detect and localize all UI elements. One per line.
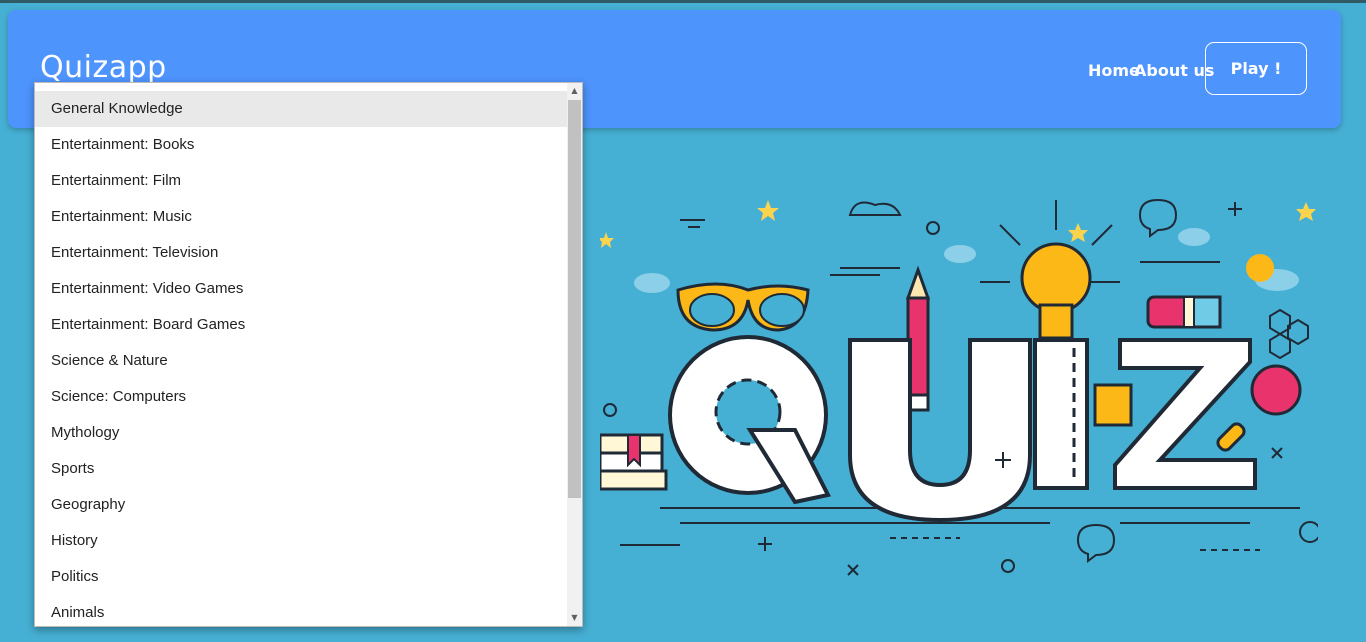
triangle-up-icon[interactable]: ▲ <box>567 84 582 98</box>
category-option[interactable]: Geography <box>35 487 567 523</box>
quiz-letters <box>668 335 1257 523</box>
dropdown-scrollbar[interactable]: ▲ ▼ <box>567 83 582 626</box>
category-dropdown-list[interactable]: General Knowledge Entertainment: Books E… <box>34 82 583 627</box>
glasses-icon <box>676 282 810 332</box>
category-option[interactable]: Sports <box>35 451 567 487</box>
battery-icon <box>1146 295 1222 329</box>
category-option[interactable]: Entertainment: Books <box>35 127 567 163</box>
category-option[interactable]: Animals <box>35 595 567 626</box>
category-option[interactable]: Entertainment: Video Games <box>35 271 567 307</box>
nav-home-link[interactable]: Home <box>1088 61 1140 80</box>
category-options: General Knowledge Entertainment: Books E… <box>35 91 567 626</box>
category-option[interactable]: Mythology <box>35 415 567 451</box>
star-icons <box>600 200 1316 248</box>
category-option[interactable]: Entertainment: Television <box>35 235 567 271</box>
quiz-illustration <box>600 198 1318 576</box>
category-option[interactable]: Entertainment: Music <box>35 199 567 235</box>
category-option[interactable]: Science: Computers <box>35 379 567 415</box>
hexagon-icons <box>1269 308 1309 360</box>
brand-logo[interactable]: Quizapp <box>40 50 167 85</box>
category-option[interactable]: Entertainment: Board Games <box>35 307 567 343</box>
category-option[interactable]: Entertainment: Film <box>35 163 567 199</box>
category-option[interactable]: Science & Nature <box>35 343 567 379</box>
window-top-edge <box>0 0 1366 3</box>
play-button[interactable]: Play ! <box>1205 42 1307 95</box>
scrollbar-thumb[interactable] <box>568 100 581 498</box>
category-option[interactable]: Politics <box>35 559 567 595</box>
triangle-down-icon[interactable]: ▼ <box>567 611 582 625</box>
category-option[interactable]: History <box>35 523 567 559</box>
lightbulb-icon <box>1020 242 1092 352</box>
category-option[interactable]: General Knowledge <box>35 91 567 127</box>
books-icon <box>600 433 668 491</box>
nav-about-link[interactable]: About us <box>1134 61 1214 80</box>
cloud-icons <box>634 201 1299 293</box>
